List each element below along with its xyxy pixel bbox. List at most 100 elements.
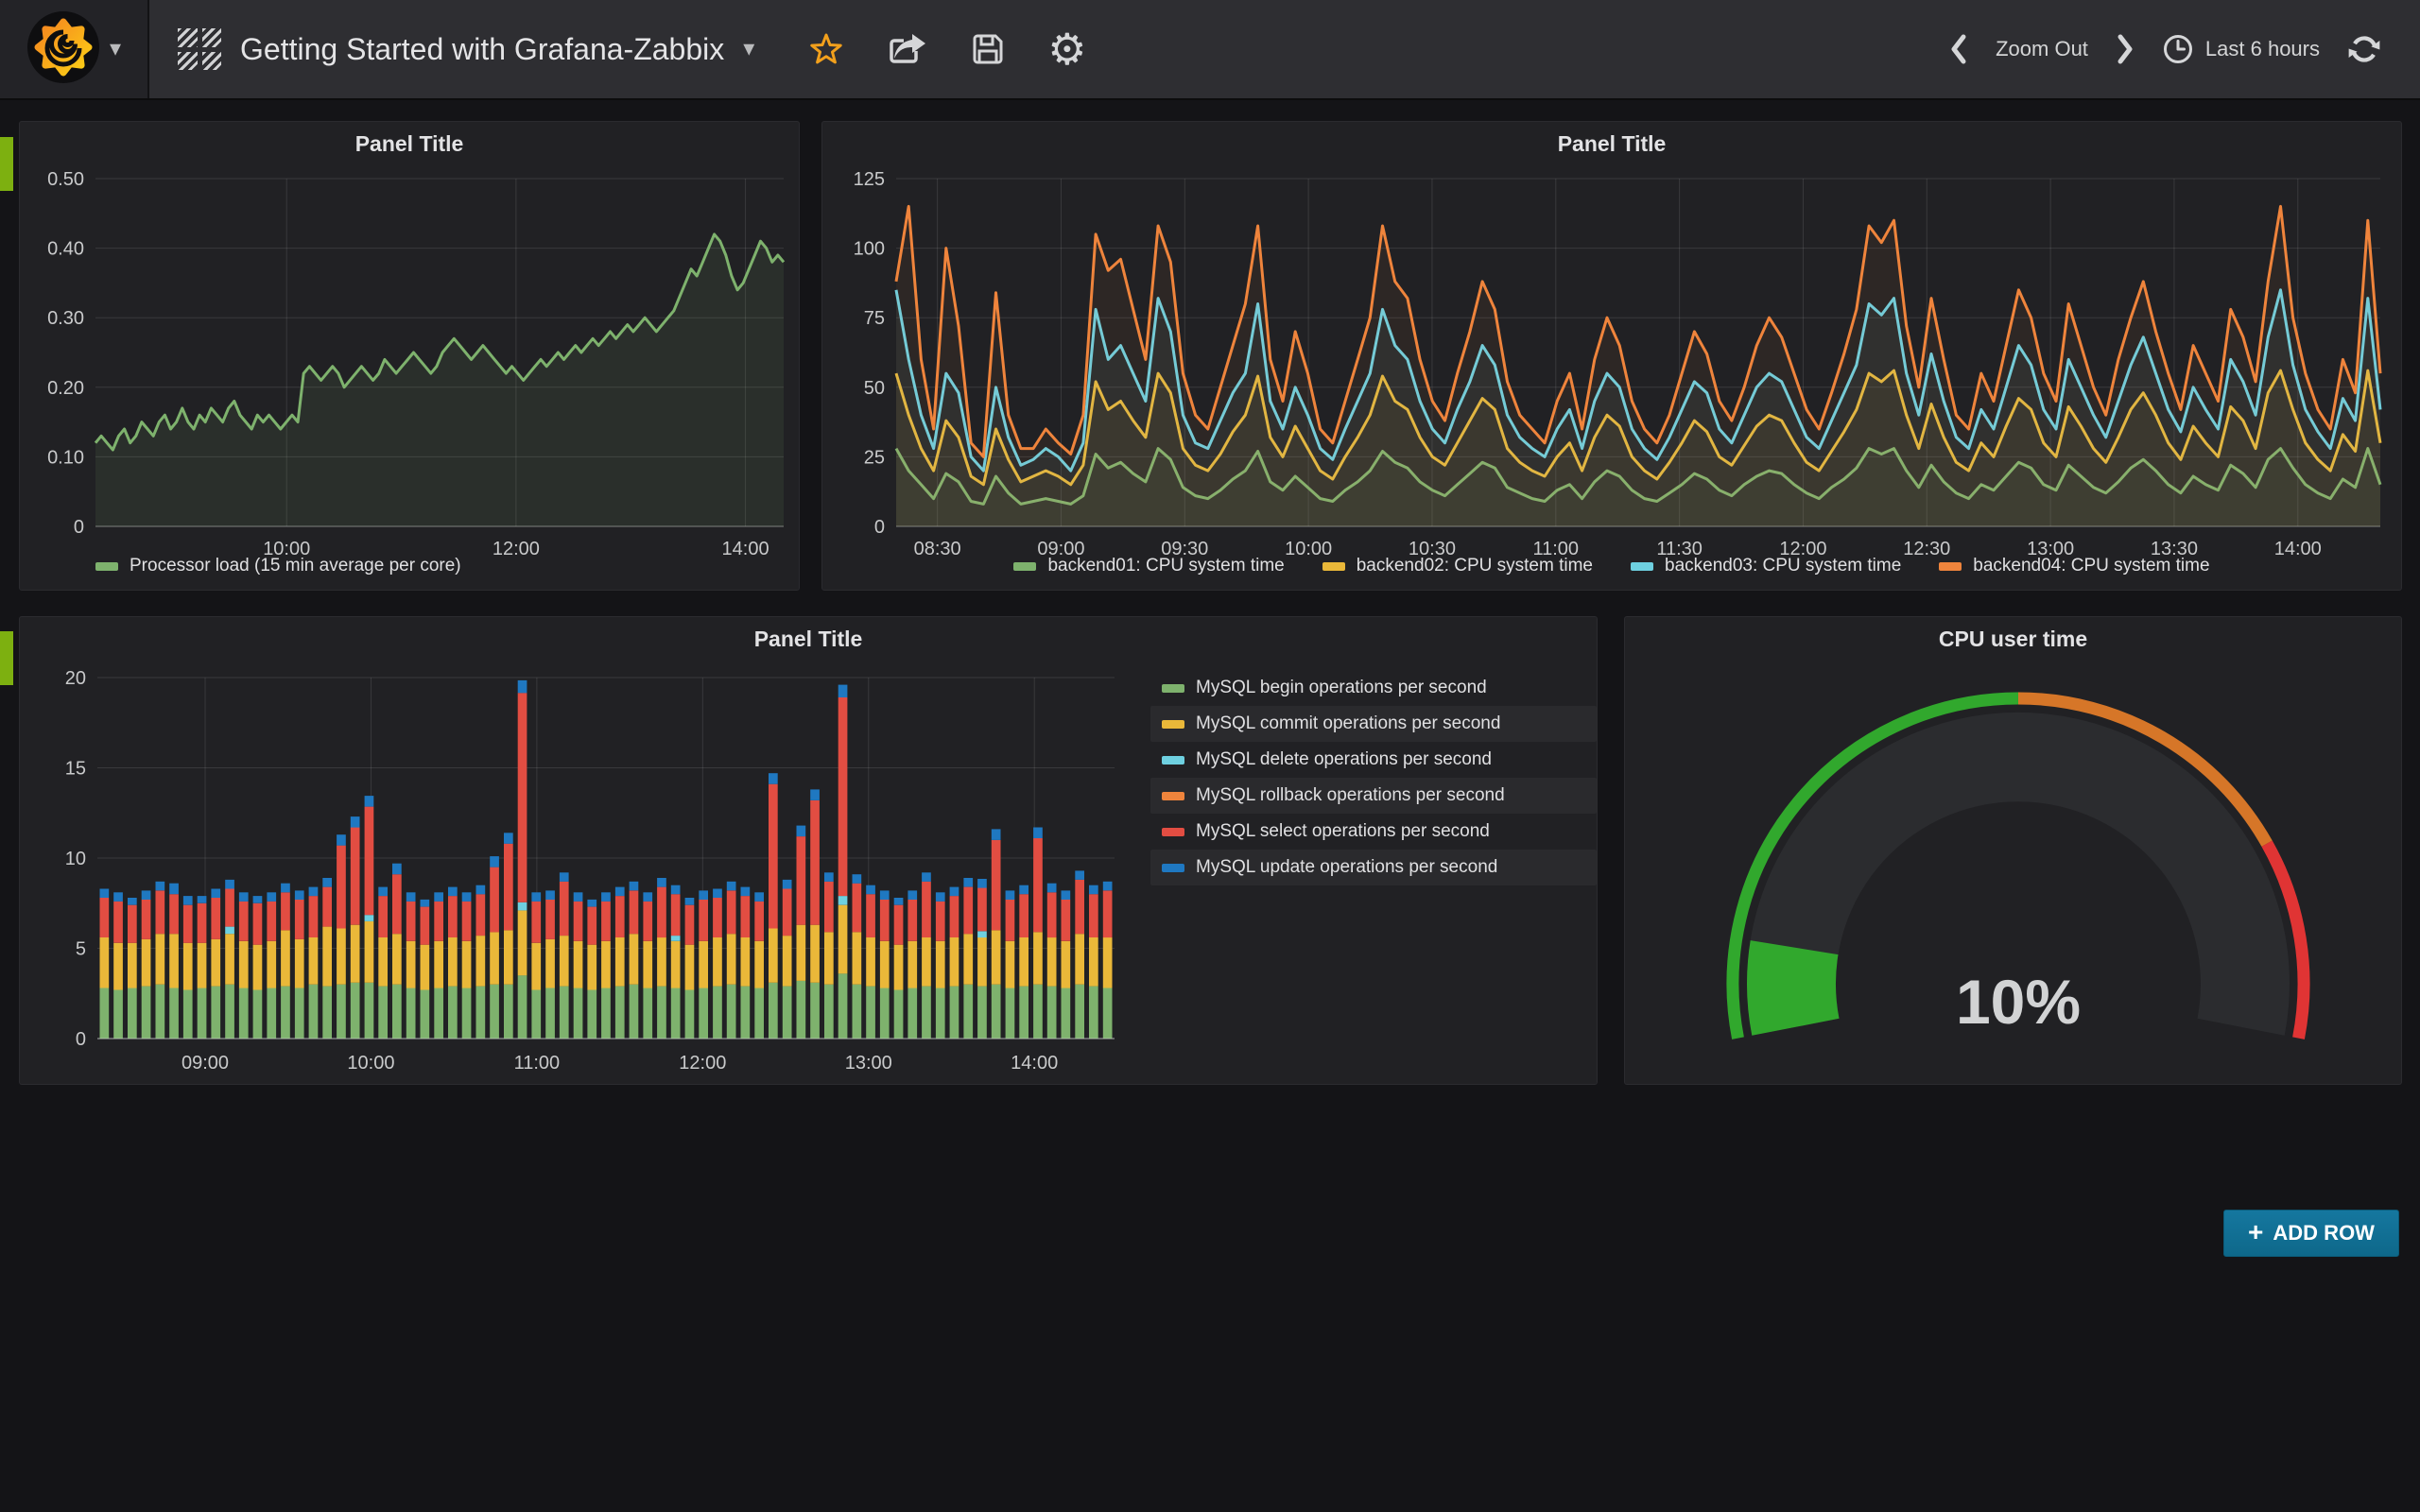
bar-segment[interactable] xyxy=(183,943,193,990)
bar-segment[interactable] xyxy=(1006,900,1015,941)
bar-segment[interactable] xyxy=(267,902,276,941)
bar-segment[interactable] xyxy=(365,983,374,1039)
bar-segment[interactable] xyxy=(476,987,486,1039)
bar-segment[interactable] xyxy=(1019,894,1028,937)
bar-segment[interactable] xyxy=(211,939,220,987)
bar-segment[interactable] xyxy=(630,934,639,984)
bar-segment[interactable] xyxy=(754,941,764,988)
bar-segment[interactable] xyxy=(685,945,695,990)
bar-segment[interactable] xyxy=(950,937,959,987)
bar-segment[interactable] xyxy=(1089,885,1098,895)
bar-segment[interactable] xyxy=(448,987,458,1039)
bar-segment[interactable] xyxy=(239,892,249,902)
bar-segment[interactable] xyxy=(518,902,527,911)
bar-segment[interactable] xyxy=(113,892,123,902)
bar-segment[interactable] xyxy=(797,925,806,981)
bar-segment[interactable] xyxy=(741,896,751,937)
bar-segment[interactable] xyxy=(992,930,1001,984)
bar-segment[interactable] xyxy=(769,929,778,983)
bar-segment[interactable] xyxy=(797,836,806,925)
bar-segment[interactable] xyxy=(574,941,583,988)
bar-segment[interactable] xyxy=(810,983,820,1039)
bar-segment[interactable] xyxy=(351,925,360,983)
bar-segment[interactable] xyxy=(574,892,583,902)
bar-segment[interactable] xyxy=(128,988,137,1040)
bar-segment[interactable] xyxy=(950,987,959,1039)
bar-segment[interactable] xyxy=(183,989,193,1039)
bar-segment[interactable] xyxy=(128,898,137,905)
bar-segment[interactable] xyxy=(908,988,917,1040)
bar-segment[interactable] xyxy=(1006,890,1015,900)
bar-segment[interactable] xyxy=(406,892,416,902)
bar-segment[interactable] xyxy=(922,987,931,1039)
bar-segment[interactable] xyxy=(225,985,234,1039)
bar-segment[interactable] xyxy=(797,981,806,1039)
bar-segment[interactable] xyxy=(783,936,792,987)
bar-segment[interactable] xyxy=(671,936,681,941)
bar-segment[interactable] xyxy=(337,985,346,1039)
bar-segment[interactable] xyxy=(169,988,179,1040)
bar-segment[interactable] xyxy=(1047,892,1057,937)
bar-segment[interactable] xyxy=(1075,934,1084,984)
bar-segment[interactable] xyxy=(838,973,848,1039)
legend-item[interactable]: backend01: CPU system time xyxy=(1013,556,1284,576)
bar-segment[interactable] xyxy=(253,989,263,1039)
bar-segment[interactable] xyxy=(657,878,666,887)
bar-segment[interactable] xyxy=(601,892,611,902)
time-forward-button[interactable] xyxy=(2115,32,2135,66)
bar-segment[interactable] xyxy=(894,898,904,905)
bar-segment[interactable] xyxy=(183,896,193,905)
legend-color-marker[interactable] xyxy=(1631,562,1653,571)
bar-segment[interactable] xyxy=(824,872,834,882)
bar-segment[interactable] xyxy=(142,939,151,987)
time-back-button[interactable] xyxy=(1948,32,1969,66)
bar-segment[interactable] xyxy=(741,937,751,987)
bar-segment[interactable] xyxy=(657,987,666,1039)
bar-segment[interactable] xyxy=(643,941,652,988)
bar-segment[interactable] xyxy=(601,902,611,941)
bar-segment[interactable] xyxy=(630,985,639,1039)
bar-segment[interactable] xyxy=(183,905,193,943)
bar-segment[interactable] xyxy=(657,937,666,987)
bar-segment[interactable] xyxy=(1062,941,1071,988)
bar-segment[interactable] xyxy=(1006,988,1015,1040)
bar-segment[interactable] xyxy=(615,937,625,987)
bar-segment[interactable] xyxy=(322,987,332,1039)
bar-segment[interactable] xyxy=(267,941,276,988)
bar-segment[interactable] xyxy=(615,987,625,1039)
bar-segment[interactable] xyxy=(142,890,151,900)
row-drag-handle[interactable] xyxy=(0,137,13,191)
bar-segment[interactable] xyxy=(545,900,555,939)
bar-segment[interactable] xyxy=(421,945,430,990)
bar-segment[interactable] xyxy=(699,941,708,988)
bar-segment[interactable] xyxy=(545,988,555,1040)
bar-segment[interactable] xyxy=(922,882,931,937)
bar-segment[interactable] xyxy=(671,894,681,936)
bar-segment[interactable] xyxy=(281,987,290,1039)
bar-segment[interactable] xyxy=(908,900,917,941)
bar-segment[interactable] xyxy=(421,989,430,1039)
processor-load-chart[interactable]: 10:0012:0014:0000.100.200.300.400.50 xyxy=(20,160,801,580)
bar-segment[interactable] xyxy=(309,887,319,897)
bar-segment[interactable] xyxy=(406,902,416,941)
share-button[interactable] xyxy=(887,31,928,67)
bar-segment[interactable] xyxy=(392,864,402,875)
bar-segment[interactable] xyxy=(198,903,207,943)
bar-segment[interactable] xyxy=(128,905,137,943)
bar-segment[interactable] xyxy=(198,896,207,903)
bar-segment[interactable] xyxy=(267,988,276,1040)
bar-segment[interactable] xyxy=(727,882,736,891)
bar-segment[interactable] xyxy=(462,902,472,941)
bar-segment[interactable] xyxy=(866,894,875,937)
bar-segment[interactable] xyxy=(587,989,596,1039)
bar-segment[interactable] xyxy=(490,932,499,984)
bar-segment[interactable] xyxy=(977,879,987,888)
legend-item[interactable]: backend02: CPU system time xyxy=(1322,556,1593,576)
bar-segment[interactable] xyxy=(713,898,722,937)
bar-segment[interactable] xyxy=(253,896,263,903)
bar-segment[interactable] xyxy=(128,943,137,988)
panel-title[interactable]: Panel Title xyxy=(20,627,1597,652)
bar-segment[interactable] xyxy=(531,902,541,943)
bar-segment[interactable] xyxy=(853,985,862,1039)
bar-segment[interactable] xyxy=(560,882,569,936)
